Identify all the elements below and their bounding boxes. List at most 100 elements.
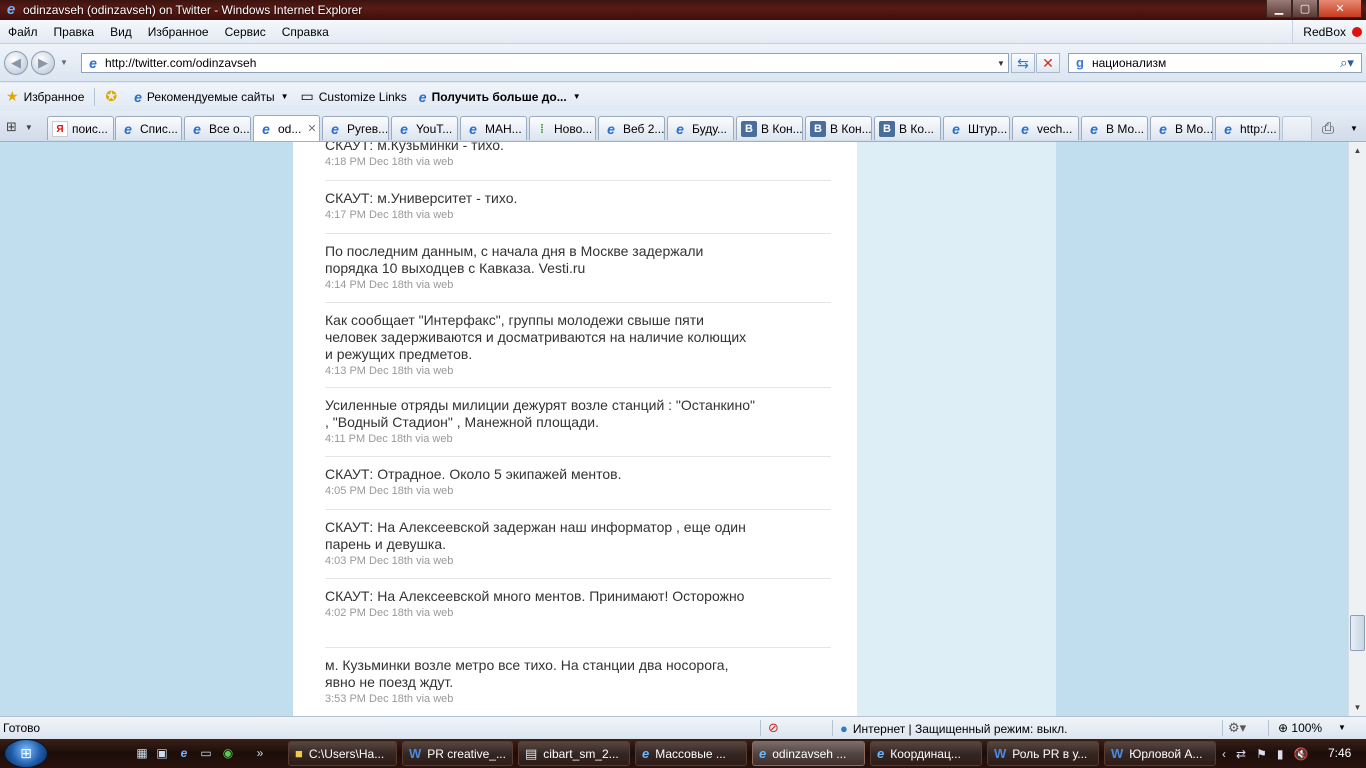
print-dropdown-icon[interactable]: ▼ bbox=[1350, 124, 1358, 133]
tab-5[interactable]: e YouT... bbox=[391, 116, 458, 140]
taskbar-item-word[interactable]: W PR creative_... bbox=[402, 741, 513, 766]
tab-13[interactable]: e Штур... bbox=[943, 116, 1010, 140]
tab-1[interactable]: e Спис... bbox=[115, 116, 182, 140]
favorites-button[interactable]: ★ Избранное bbox=[0, 83, 90, 110]
task-label: odinzavseh ... bbox=[772, 746, 847, 761]
tab-2[interactable]: e Все о... bbox=[184, 116, 251, 140]
popup-blocked-icon[interactable]: ⊘ bbox=[768, 720, 779, 736]
signal-icon[interactable]: ▮ bbox=[1277, 747, 1284, 761]
security-zone[interactable]: ● Интернет | Защищенный режим: выкл. bbox=[840, 721, 1067, 736]
app-quicklaunch-icon[interactable]: ◉ bbox=[220, 745, 236, 761]
taskbar-item-ie[interactable]: e Координац... bbox=[870, 741, 982, 766]
clock[interactable]: 7:46 bbox=[1328, 746, 1351, 760]
redbox-label: RedBox bbox=[1303, 25, 1346, 39]
refresh-button[interactable]: ⇆ bbox=[1011, 53, 1035, 73]
tweet-timestamp[interactable]: 4:13 PM Dec 18th via web bbox=[325, 365, 831, 377]
ie-icon: e bbox=[331, 120, 339, 137]
redbox-button[interactable]: RedBox bbox=[1292, 20, 1362, 44]
tweet-timestamp[interactable]: 3:53 PM Dec 18th via web bbox=[325, 693, 831, 705]
network-arrows-icon[interactable]: ⇄ bbox=[1236, 747, 1246, 761]
zoom-level[interactable]: ⊕ 100% bbox=[1278, 721, 1322, 735]
menu-tools[interactable]: Сервис bbox=[217, 25, 274, 39]
scroll-up-icon[interactable]: ▲ bbox=[1349, 142, 1366, 159]
taskbar-item-document[interactable]: ▤ cibart_sm_2... bbox=[518, 741, 630, 766]
forward-button[interactable]: ▶ bbox=[31, 51, 55, 75]
tab-3-active[interactable]: e od... ✕ bbox=[253, 115, 320, 141]
tweet-timestamp[interactable]: 4:03 PM Dec 18th via web bbox=[325, 555, 831, 567]
media-player-icon[interactable]: ▣ bbox=[154, 745, 170, 761]
tab-list-dropdown-icon[interactable]: ▼ bbox=[25, 123, 33, 132]
search-input[interactable] bbox=[1092, 56, 1333, 70]
printer-icon[interactable]: ⎙ bbox=[1322, 120, 1334, 137]
scroll-down-icon[interactable]: ▼ bbox=[1349, 699, 1366, 716]
search-box[interactable]: g ⌕▾ bbox=[1068, 53, 1362, 73]
tweet-timestamp[interactable]: 4:17 PM Dec 18th via web bbox=[325, 209, 831, 221]
tab-7[interactable]: ⁞ Ново... bbox=[529, 116, 596, 140]
tweet-timestamp[interactable]: 4:14 PM Dec 18th via web bbox=[325, 279, 831, 291]
url-dropdown-icon[interactable]: ▼ bbox=[994, 59, 1008, 68]
tweet-item: Как сообщает "Интерфакс", группы молодеж… bbox=[325, 312, 831, 388]
tweet-timestamp[interactable]: 4:11 PM Dec 18th via web bbox=[325, 433, 831, 445]
taskbar-item-word[interactable]: W Юрловой А... bbox=[1104, 741, 1216, 766]
menu-view[interactable]: Вид bbox=[102, 25, 140, 39]
tab-17[interactable]: e http:/... bbox=[1215, 116, 1280, 140]
protected-mode-icon[interactable]: ⚙▾ bbox=[1228, 720, 1246, 736]
get-more-addons-link[interactable]: e Получить больше до... ▼ bbox=[413, 83, 587, 110]
tab-9[interactable]: e Буду... bbox=[667, 116, 734, 140]
tab-12[interactable]: B В Ко... bbox=[874, 116, 941, 140]
menu-help[interactable]: Справка bbox=[274, 25, 337, 39]
menu-file[interactable]: Файл bbox=[0, 25, 46, 39]
menu-favorites[interactable]: Избранное bbox=[140, 25, 217, 39]
search-icon[interactable]: ⌕▾ bbox=[1333, 55, 1361, 71]
ie-quicklaunch-icon[interactable]: e bbox=[176, 745, 192, 761]
tweet-timestamp[interactable]: 4:18 PM Dec 18th via web bbox=[325, 156, 831, 168]
tweet-text: СКАУТ: м.Университет - тихо. bbox=[325, 190, 518, 206]
vertical-scrollbar[interactable]: ▲ ▼ bbox=[1348, 142, 1366, 716]
url-input[interactable] bbox=[105, 56, 994, 70]
tab-15[interactable]: e В Мо... bbox=[1081, 116, 1148, 140]
profile-sidebar bbox=[857, 142, 1056, 716]
tab-10[interactable]: B В Кон... bbox=[736, 116, 803, 140]
tab-16[interactable]: e В Мо... bbox=[1150, 116, 1213, 140]
tab-4[interactable]: e Ругев... bbox=[322, 116, 389, 140]
recommended-sites-link[interactable]: e Рекомендуемые сайты ▼ bbox=[128, 83, 294, 110]
action-center-icon[interactable]: ⚑ bbox=[1256, 747, 1267, 761]
close-tab-icon[interactable]: ✕ bbox=[307, 122, 316, 135]
tab-label: od... bbox=[278, 121, 302, 136]
start-button[interactable]: ⊞ bbox=[4, 739, 48, 768]
customize-links-link[interactable]: ▭ Customize Links bbox=[295, 83, 413, 110]
ie-icon: e bbox=[1159, 120, 1167, 137]
tab-8[interactable]: e Веб 2... bbox=[598, 116, 665, 140]
show-hidden-icons-icon[interactable]: ‹ bbox=[1222, 747, 1226, 761]
address-bar[interactable]: e ▼ bbox=[81, 53, 1009, 73]
tab-6[interactable]: e МАН... bbox=[460, 116, 527, 140]
minimize-button[interactable]: ▁ bbox=[1266, 0, 1292, 18]
more-quicklaunch-icon[interactable]: » bbox=[252, 745, 268, 761]
switch-windows-icon[interactable]: ▭ bbox=[198, 745, 214, 761]
menu-edit[interactable]: Правка bbox=[46, 25, 103, 39]
tab-14[interactable]: e vech... bbox=[1012, 116, 1079, 140]
stop-button[interactable]: ✕ bbox=[1036, 53, 1060, 73]
new-tab-button[interactable] bbox=[1282, 116, 1312, 140]
quick-tabs-button[interactable]: ⊞ ▼ bbox=[6, 116, 46, 138]
show-desktop-icon[interactable]: ▦ bbox=[134, 745, 150, 761]
tab-label: Все о... bbox=[209, 121, 250, 136]
back-button[interactable]: ◀ bbox=[4, 51, 28, 75]
tweet-timestamp[interactable]: 4:02 PM Dec 18th via web bbox=[325, 607, 831, 619]
tweet-timestamp[interactable]: 4:05 PM Dec 18th via web bbox=[325, 485, 831, 497]
tab-0[interactable]: Япоис... bbox=[47, 116, 114, 140]
taskbar-item-explorer[interactable]: ■ C:\Users\На... bbox=[288, 741, 397, 766]
maximize-button[interactable]: ▢ bbox=[1292, 0, 1318, 18]
scroll-thumb[interactable] bbox=[1350, 615, 1365, 651]
window-title: odinzavseh (odinzavseh) on Twitter - Win… bbox=[23, 3, 363, 17]
recent-pages-dropdown[interactable]: ▼ bbox=[60, 58, 68, 67]
zoom-dropdown-icon[interactable]: ▼ bbox=[1338, 723, 1346, 732]
taskbar-item-ie[interactable]: e Массовые ... bbox=[635, 741, 747, 766]
taskbar-item-ie-active[interactable]: e odinzavseh ... bbox=[752, 741, 865, 766]
title-bar[interactable]: e odinzavseh (odinzavseh) on Twitter - W… bbox=[0, 0, 1366, 20]
close-button[interactable]: ✕ bbox=[1318, 0, 1362, 18]
volume-muted-icon[interactable]: 🔇 bbox=[1293, 747, 1308, 761]
tab-11[interactable]: B В Кон... bbox=[805, 116, 872, 140]
add-favorite-button[interactable]: ✪ bbox=[99, 83, 128, 110]
taskbar-item-word[interactable]: W Роль PR в у... bbox=[987, 741, 1099, 766]
